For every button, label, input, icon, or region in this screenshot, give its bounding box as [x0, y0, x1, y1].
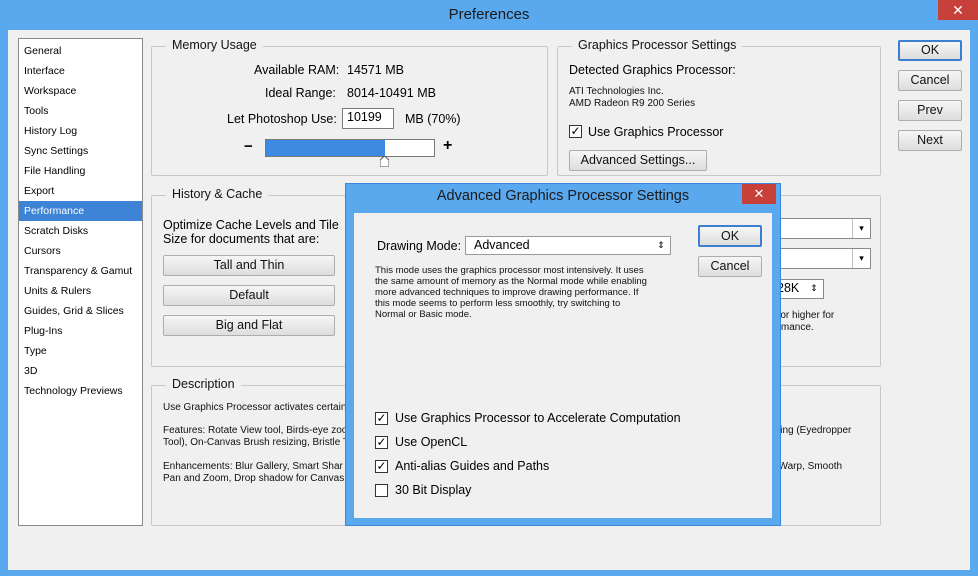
gpu-vendor: ATI Technologies Inc.	[569, 86, 664, 97]
chevron-down-icon: ▾	[852, 249, 870, 268]
ideal-range-value: 8014-10491 MB	[347, 86, 436, 100]
memory-slider[interactable]	[265, 139, 435, 157]
let-photoshop-use-label: Let Photoshop Use:	[227, 112, 337, 126]
memory-usage-title: Memory Usage	[166, 38, 263, 52]
ok-button[interactable]: OK	[898, 40, 962, 61]
drawing-mode-select[interactable]: Advanced ⇕	[465, 236, 671, 255]
window-title: Preferences	[448, 6, 530, 23]
nav-item[interactable]: Export	[19, 181, 142, 201]
nav-item[interactable]: Workspace	[19, 81, 142, 101]
detected-gpu-label: Detected Graphics Processor:	[569, 63, 736, 77]
option-label: Use Graphics Processor to Accelerate Com…	[395, 411, 681, 425]
memory-amount-input[interactable]: 10199	[342, 108, 394, 129]
minus-icon[interactable]: −	[244, 138, 253, 155]
dialog-body: Drawing Mode: Advanced ⇕ OK Cancel This …	[354, 213, 772, 518]
option-label: Use OpenCL	[395, 435, 468, 449]
drawing-mode-value: Advanced	[474, 238, 530, 252]
cache-levels-dropdown[interactable]: ▾	[772, 248, 871, 269]
tall-and-thin-button[interactable]: Tall and Thin	[163, 255, 335, 276]
plus-icon[interactable]: +	[443, 137, 452, 155]
updown-icon: ⇕	[810, 283, 818, 293]
memory-usage-group: Memory Usage Available RAM: 14571 MB Ide…	[151, 38, 548, 176]
nav-item[interactable]: Sync Settings	[19, 141, 142, 161]
nav-item[interactable]: Units & Rulers	[19, 281, 142, 301]
option-checkbox[interactable]: ✓	[375, 436, 388, 449]
use-gpu-label: Use Graphics Processor	[588, 125, 724, 139]
available-ram-label: Available RAM:	[254, 63, 340, 77]
gpu-settings-group: Graphics Processor Settings Detected Gra…	[557, 38, 881, 176]
description-features-right: Ring (Eyedropper	[773, 425, 852, 436]
nav-item[interactable]: Tools	[19, 101, 142, 121]
nav-item[interactable]: Performance	[19, 201, 142, 221]
option-label: Anti-alias Guides and Paths	[395, 459, 550, 473]
description-line1: Use Graphics Processor activates certain	[163, 402, 347, 413]
nav-item[interactable]: General	[19, 41, 142, 61]
cache-note-line1: 2 or higher for	[772, 310, 835, 321]
window-close-button[interactable]: ✕	[938, 0, 978, 20]
chevron-down-icon: ▾	[852, 219, 870, 238]
gpu-settings-title: Graphics Processor Settings	[572, 38, 743, 52]
big-and-flat-button[interactable]: Big and Flat	[163, 315, 335, 336]
history-states-dropdown[interactable]: ▾	[772, 218, 871, 239]
option-checkbox[interactable]: ✓	[375, 412, 388, 425]
ideal-range-label: Ideal Range:	[265, 86, 336, 100]
memory-slider-fill	[266, 140, 385, 156]
preferences-nav[interactable]: General Interface Workspace Tools History Lo…	[18, 38, 143, 526]
nav-item[interactable]: File Handling	[19, 161, 142, 181]
window-titlebar: Preferences ✕	[0, 0, 978, 30]
dialog-cancel-button[interactable]: Cancel	[698, 256, 762, 277]
drawing-mode-label: Drawing Mode:	[377, 239, 462, 253]
nav-item[interactable]: Transparency & Gamut	[19, 261, 142, 281]
next-button[interactable]: Next	[898, 130, 962, 151]
nav-item[interactable]: Plug-Ins	[19, 321, 142, 341]
advanced-gpu-settings-dialog: Advanced Graphics Processor Settings ✕ D…	[345, 183, 781, 526]
nav-item[interactable]: Type	[19, 341, 142, 361]
option-checkbox[interactable]: ✓	[375, 460, 388, 473]
nav-item[interactable]: 3D	[19, 361, 142, 381]
nav-item[interactable]: Cursors	[19, 241, 142, 261]
dialog-ok-button[interactable]: OK	[698, 225, 762, 247]
description-enhancements-a: Enhancements: Blur Gallery, Smart Shar	[163, 461, 343, 472]
preferences-client: General Interface Workspace Tools History Lo…	[8, 30, 970, 570]
memory-unit-label: MB (70%)	[405, 112, 461, 126]
use-gpu-checkbox[interactable]: ✓	[569, 125, 582, 138]
help-text-line: Normal or Basic mode.	[375, 309, 472, 320]
description-features-a: Features: Rotate View tool, Birds-eye zo…	[163, 425, 348, 436]
description-title: Description	[166, 377, 241, 391]
prev-button[interactable]: Prev	[898, 100, 962, 121]
dialog-close-button[interactable]: ✕	[742, 184, 776, 204]
updown-icon: ⇕	[657, 240, 665, 250]
option-checkbox[interactable]	[375, 484, 388, 497]
available-ram-value: 14571 MB	[347, 63, 404, 77]
nav-item[interactable]: Technology Previews	[19, 381, 142, 401]
nav-item[interactable]: History Log	[19, 121, 142, 141]
nav-item[interactable]: Interface	[19, 61, 142, 81]
description-enhancements-right: t Warp, Smooth	[773, 461, 843, 472]
nav-item[interactable]: Guides, Grid & Slices	[19, 301, 142, 321]
description-features-b: Tool), On-Canvas Brush resizing, Bristle…	[163, 437, 349, 448]
option-label: 30 Bit Display	[395, 483, 472, 497]
optimize-cache-text-line2: Size for documents that are:	[163, 232, 320, 246]
default-cache-button[interactable]: Default	[163, 285, 335, 306]
description-enhancements-b: Pan and Zoom, Drop shadow for Canvas	[163, 473, 345, 484]
memory-slider-thumb[interactable]	[380, 156, 389, 167]
history-cache-title: History & Cache	[166, 187, 269, 201]
optimize-cache-text-line1: Optimize Cache Levels and Tile	[163, 218, 339, 232]
dialog-title: Advanced Graphics Processor Settings	[436, 188, 690, 204]
nav-item[interactable]: Scratch Disks	[19, 221, 142, 241]
advanced-settings-button[interactable]: Advanced Settings...	[569, 150, 707, 171]
gpu-model: AMD Radeon R9 200 Series	[569, 98, 696, 109]
cancel-button[interactable]: Cancel	[898, 70, 962, 91]
